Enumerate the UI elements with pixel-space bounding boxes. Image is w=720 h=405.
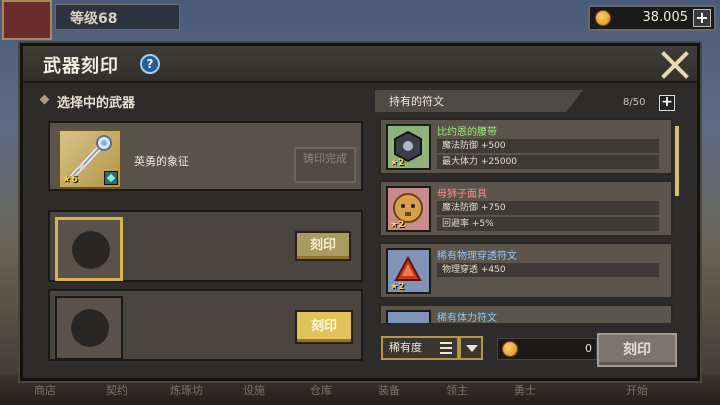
nav-item-start: 开始	[626, 384, 648, 397]
selected-weapon-title: 选择中的武器	[57, 96, 136, 111]
gold-amount: 38.005	[642, 10, 689, 25]
engrave-complete-button[interactable]: 铸印完成	[294, 147, 356, 183]
rune-star: ★2	[390, 158, 405, 168]
selected-weapon-slot: ★6 英勇的象征 铸印完成	[48, 121, 363, 191]
nav-item-storage: 仓库	[310, 384, 332, 397]
rune-stat: 最大体力 +25000	[437, 155, 659, 169]
rune-socket-selected[interactable]	[55, 217, 123, 281]
lion-mask-icon: ★2	[386, 186, 431, 232]
rune-card[interactable]: ★2 比约恩的腰带 魔法防御 +500 最大体力 +25000	[379, 118, 673, 175]
rune-list[interactable]: ★2 比约恩的腰带 魔法防御 +500 最大体力 +25000 ★2 母狮子面具…	[379, 118, 679, 323]
rune-stat: 魔法防御 +750	[437, 201, 659, 215]
dialog-header: 武器刻印 ?	[23, 46, 697, 83]
gold-coin-icon	[502, 341, 518, 357]
list-icon	[440, 342, 452, 354]
rune-name: 稀有体力符文	[437, 313, 497, 323]
rune-card[interactable]: ★2 母狮子面具 魔法防御 +750 回避率 +5%	[379, 180, 673, 237]
rune-card[interactable]: ★2 稀有物理穿透符文 物理穿透 +450	[379, 242, 673, 299]
nav-item-shop: 商店	[34, 384, 56, 397]
nav-item-facility: 设施	[243, 384, 265, 397]
engrave-button[interactable]: 刻印	[597, 333, 677, 367]
owned-runes-title: 持有的符文	[389, 95, 444, 108]
rune-count: 8/50	[623, 97, 646, 108]
engrave-cost-value: 0	[585, 342, 592, 355]
player-avatar	[2, 0, 52, 40]
engrave-button-slot-1[interactable]: 刻印	[295, 231, 351, 261]
rune-name: 比约恩的腰带	[437, 127, 497, 138]
add-gold-button[interactable]: +	[693, 9, 711, 27]
belt-icon: ★2	[386, 124, 431, 170]
help-icon[interactable]: ?	[140, 54, 160, 74]
rune-name: 稀有物理穿透符文	[437, 251, 517, 262]
diamond-bullet-icon	[39, 94, 50, 105]
nav-item-equipment: 装备	[378, 384, 400, 397]
weapon-name: 英勇的象征	[134, 155, 189, 168]
player-level-label: 等级68	[70, 11, 118, 27]
rune-star: ★2	[390, 282, 405, 292]
engrave-slot-1: 刻印	[48, 210, 363, 282]
nav-item-contract: 契约	[106, 384, 128, 397]
close-icon[interactable]	[659, 49, 691, 81]
empty-socket-icon	[72, 231, 110, 269]
rune-stat: 魔法防御 +500	[437, 139, 659, 153]
selected-weapon-header: 选择中的武器	[33, 90, 368, 112]
engrave-button-slot-2[interactable]: 刻印	[295, 310, 353, 344]
nav-item-workshop: 炼琢坊	[170, 384, 203, 397]
dialog-title: 武器刻印	[43, 56, 119, 77]
empty-socket-icon	[71, 309, 109, 347]
player-level-bar: 等级68	[55, 4, 180, 30]
red-rune-icon: ★2	[386, 248, 431, 294]
rune-card[interactable]: 稀有体力符文	[379, 304, 673, 323]
weapon-engrave-dialog: 武器刻印 ? 选择中的武器 ★6 英勇的象征 铸印完成 刻印 刻印 持有的符文 …	[20, 43, 700, 381]
rune-stat: 回避率 +5%	[437, 217, 659, 231]
rune-name: 母狮子面具	[437, 189, 487, 200]
rune-list-scrollbar[interactable]	[675, 126, 679, 196]
nav-item-hero: 勇士	[514, 384, 536, 397]
engrave-slot-2: 刻印	[48, 289, 363, 361]
rarity-sort-label: 稀有度	[389, 341, 422, 354]
nav-item-lord: 领主	[446, 384, 468, 397]
rune-icon	[386, 310, 431, 323]
chevron-down-icon[interactable]	[459, 336, 483, 360]
game-screen: 等级68 38.005 + 商店 契约 炼琢坊 设施 仓库 装备 领主 勇士 开…	[0, 0, 720, 405]
rarity-sort-button[interactable]: 稀有度	[381, 336, 459, 360]
gold-counter: 38.005 +	[588, 5, 716, 31]
gem-icon	[104, 171, 118, 185]
weapon-icon-frame[interactable]: ★6	[58, 129, 122, 189]
rune-stat: 物理穿透 +450	[437, 263, 659, 277]
weapon-star-badge: ★6	[62, 174, 78, 185]
expand-storage-button[interactable]: +	[659, 95, 675, 111]
rune-socket[interactable]	[55, 296, 123, 360]
rune-star: ★2	[390, 220, 405, 230]
gold-coin-icon	[595, 10, 611, 26]
engrave-cost: 0	[497, 338, 597, 360]
